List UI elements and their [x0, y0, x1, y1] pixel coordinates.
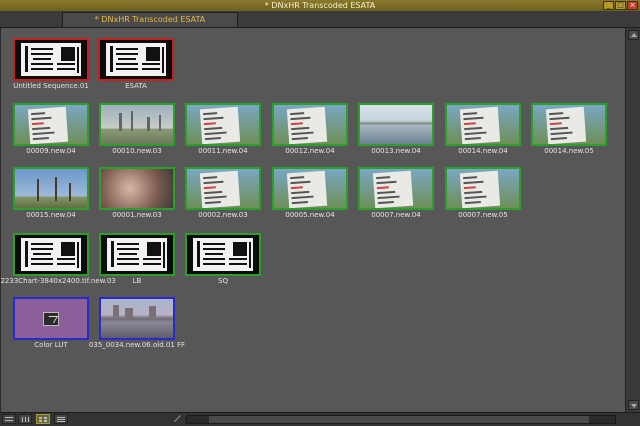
minimize-button[interactable]: _ — [603, 1, 614, 10]
tab-bin[interactable]: * DNxHR Transcoded ESATA — [62, 12, 238, 27]
clip-item[interactable]: 00009.new.04 — [13, 103, 89, 155]
window-controls: _ □ × — [603, 1, 638, 10]
frame-view-icon[interactable] — [36, 414, 50, 424]
maximize-button[interactable]: □ — [615, 1, 626, 10]
clip-item[interactable]: 00002.new.03 — [185, 167, 261, 219]
clip-thumbnail[interactable] — [185, 103, 261, 146]
clip-thumbnail[interactable] — [13, 233, 89, 276]
clip-thumbnail[interactable] — [445, 167, 521, 210]
horizontal-scrollbar[interactable] — [186, 415, 616, 424]
clip-thumbnail[interactable] — [13, 103, 89, 146]
clip-item[interactable]: 00005.new.04 — [272, 167, 348, 219]
clip-name: SQ — [218, 277, 228, 285]
clip-thumbnail[interactable] — [99, 297, 175, 340]
clip-item[interactable]: 12233Chart-3840x2400.tif.new.03 — [0, 233, 116, 285]
clip-thumbnail[interactable] — [358, 167, 434, 210]
clip-item[interactable]: LB — [99, 233, 175, 285]
clip-name: 00014.new.05 — [544, 147, 594, 155]
color-lut-icon — [43, 312, 59, 326]
clip-item[interactable]: 035_0034.new.06.old.01 FF — [89, 297, 185, 349]
clip-item[interactable]: 00007.new.04 — [358, 167, 434, 219]
clip-thumbnail[interactable] — [272, 167, 348, 210]
clip-name: 00007.new.05 — [458, 211, 508, 219]
clip-thumbnail[interactable] — [272, 103, 348, 146]
clip-item[interactable]: 00007.new.05 — [445, 167, 521, 219]
clip-item[interactable]: 00014.new.04 — [445, 103, 521, 155]
clip-item[interactable]: 00010.new.03 — [99, 103, 175, 155]
clip-thumbnail[interactable] — [99, 167, 175, 210]
text-view-icon[interactable] — [18, 414, 32, 424]
clip-thumbnail[interactable] — [99, 103, 175, 146]
clip-item[interactable]: Color LUT — [13, 297, 89, 349]
clip-thumbnail[interactable] — [185, 167, 261, 210]
clip-name: 035_0034.new.06.old.01 FF — [88, 341, 186, 349]
clip-thumbnail[interactable] — [358, 103, 434, 146]
clip-thumbnail[interactable] — [185, 233, 261, 276]
clip-thumbnail[interactable] — [13, 38, 89, 81]
vertical-scrollbar[interactable] — [625, 28, 640, 412]
clip-item[interactable]: SQ — [185, 233, 261, 285]
bin-frame-view[interactable]: Untitled Sequence.01 ESATA 00009.new.04 000… — [0, 28, 625, 412]
clip-item[interactable]: Untitled Sequence.01 — [13, 38, 89, 90]
brief-view-icon[interactable] — [2, 414, 16, 424]
clip-thumbnail[interactable] — [13, 167, 89, 210]
clip-thumbnail[interactable] — [531, 103, 607, 146]
clip-thumbnail[interactable] — [99, 233, 175, 276]
bin-status-bar — [0, 412, 640, 426]
clip-item[interactable]: 00014.new.05 — [531, 103, 607, 155]
script-view-icon[interactable] — [54, 414, 68, 424]
clip-item[interactable]: 00015.new.04 — [13, 167, 89, 219]
window-title: * DNxHR Transcoded ESATA — [264, 1, 376, 10]
scroll-down-icon[interactable] — [628, 400, 639, 410]
clip-item[interactable]: 00001.new.03 — [99, 167, 175, 219]
clip-item[interactable]: 00011.new.04 — [185, 103, 261, 155]
clip-thumbnail[interactable] — [98, 38, 174, 81]
clip-item[interactable]: ESATA — [98, 38, 174, 90]
resize-grip-icon[interactable] — [172, 414, 182, 424]
clip-item[interactable]: 00012.new.04 — [272, 103, 348, 155]
close-button[interactable]: × — [627, 1, 638, 10]
scroll-up-icon[interactable] — [628, 30, 639, 40]
tab-bar: * DNxHR Transcoded ESATA — [0, 11, 640, 28]
horizontal-scroll-thumb[interactable] — [209, 416, 589, 423]
clip-item[interactable]: 00013.new.04 — [358, 103, 434, 155]
clip-thumbnail[interactable] — [13, 297, 89, 340]
tab-label: * DNxHR Transcoded ESATA — [94, 15, 206, 24]
clip-name: ESATA — [125, 82, 147, 90]
clip-thumbnail[interactable] — [445, 103, 521, 146]
